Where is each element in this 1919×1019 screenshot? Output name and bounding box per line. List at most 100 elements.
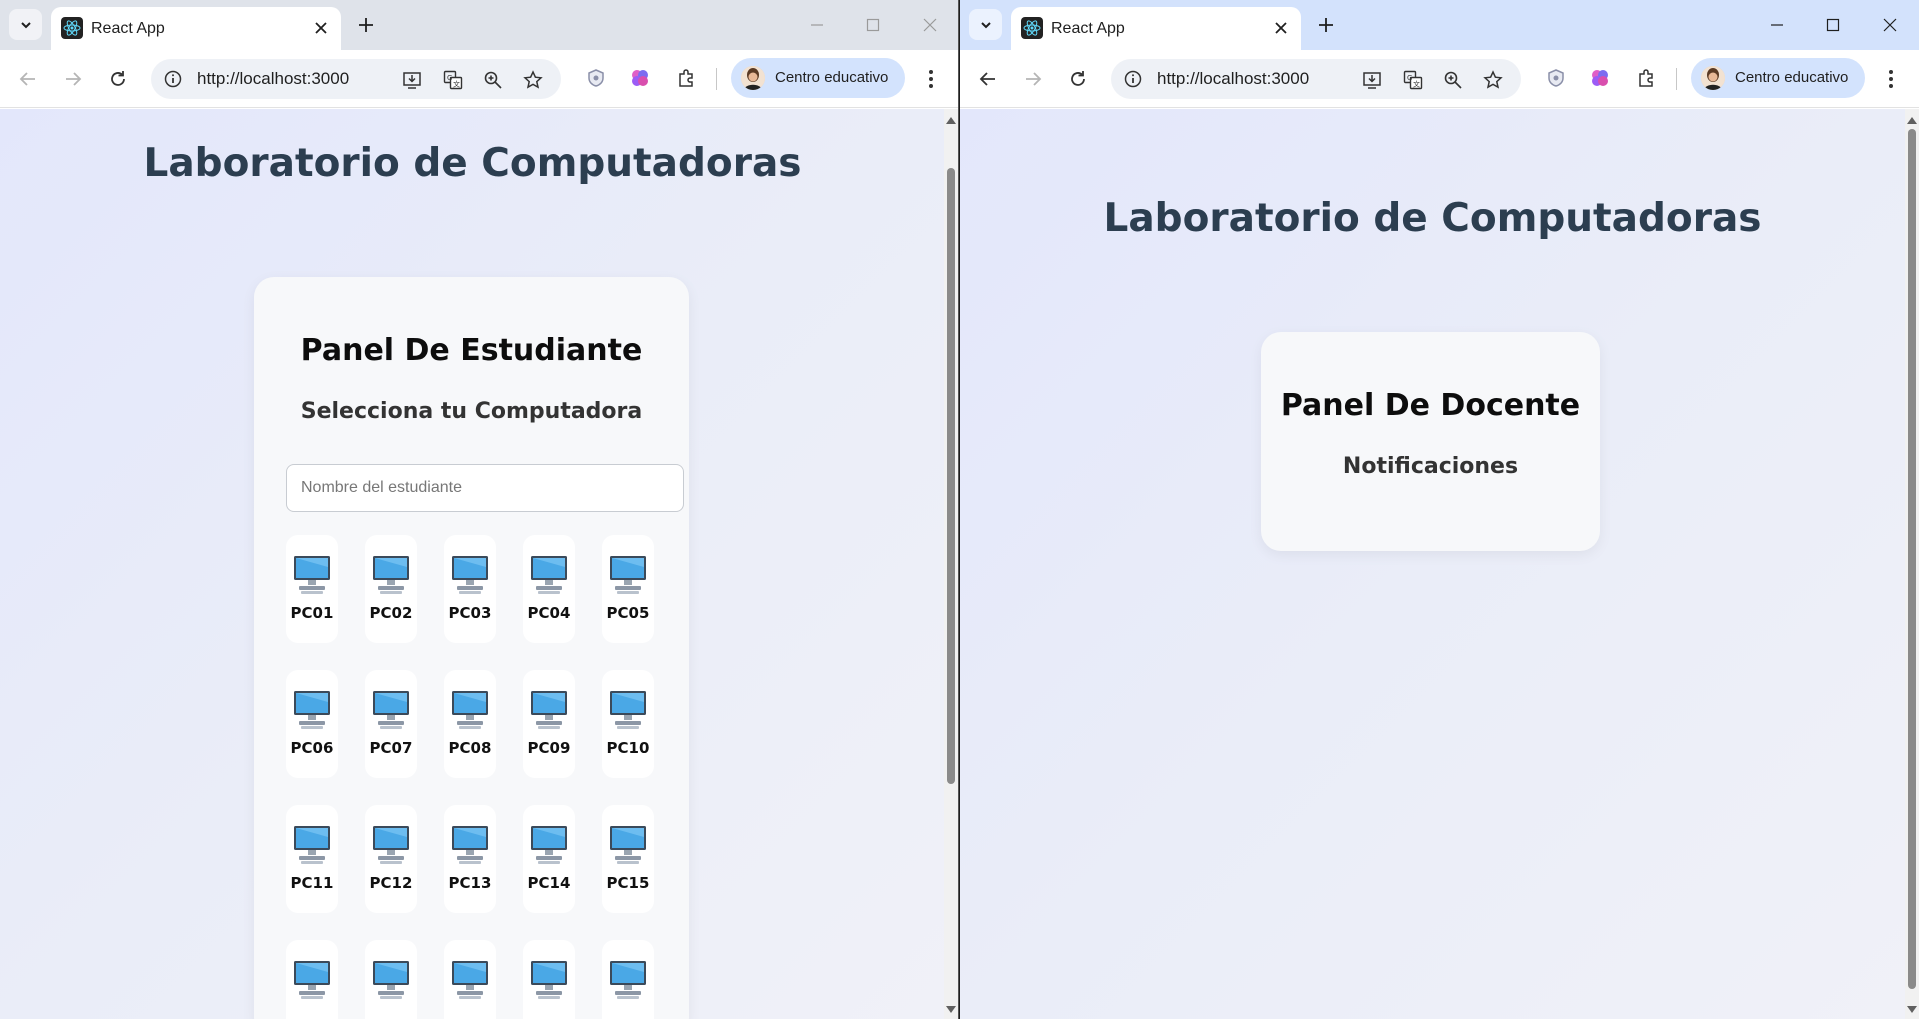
tab-search-button[interactable] <box>969 9 1002 40</box>
address-bar[interactable]: http://localhost:3000 G文 <box>1111 59 1521 99</box>
computer-tile[interactable] <box>602 940 654 1019</box>
translate-button[interactable]: G文 <box>440 67 466 93</box>
bookmark-button[interactable] <box>520 67 546 93</box>
computer-tile[interactable] <box>286 940 338 1019</box>
computer-tile[interactable]: PC13 <box>444 805 496 913</box>
extensions-button[interactable] <box>1632 64 1660 92</box>
scroll-thumb[interactable] <box>947 168 955 784</box>
shield-extension-button[interactable] <box>1542 64 1570 92</box>
puzzle-extensions-icon <box>679 69 693 87</box>
new-tab-button[interactable] <box>352 11 380 39</box>
computer-tile[interactable]: PC11 <box>286 805 338 913</box>
minimize-button[interactable] <box>797 8 837 42</box>
close-window-button[interactable] <box>910 8 950 42</box>
close-window-button[interactable] <box>1870 8 1910 42</box>
translate-button[interactable]: G文 <box>1400 67 1426 93</box>
brain-extension-button[interactable] <box>1586 64 1614 92</box>
tab-close-button[interactable] <box>309 16 333 40</box>
maximize-button[interactable] <box>853 8 893 42</box>
scroll-up-arrow[interactable] <box>1907 115 1917 125</box>
notifications-heading: Notificaciones <box>1342 454 1519 479</box>
brain-extension-icon <box>1592 70 1608 86</box>
computer-tile[interactable]: PC06 <box>286 670 338 778</box>
tab-search-button[interactable] <box>9 9 42 40</box>
scrollbar[interactable] <box>944 109 958 1019</box>
address-bar[interactable]: http://localhost:3000 G文 <box>151 59 561 99</box>
svg-text:文: 文 <box>1413 80 1420 89</box>
maximize-button[interactable] <box>1813 8 1853 42</box>
install-app-button[interactable] <box>1359 67 1385 93</box>
computer-tile[interactable]: PC15 <box>602 805 654 913</box>
brain-extension-button[interactable] <box>626 64 654 92</box>
bookmark-star-icon <box>523 70 543 89</box>
computer-tile[interactable] <box>444 940 496 1019</box>
profile-name: Centro educativo <box>775 69 889 86</box>
computer-tile[interactable] <box>365 940 417 1019</box>
extensions-button[interactable] <box>672 64 700 92</box>
zoom-button[interactable] <box>480 67 506 93</box>
computer-tile[interactable]: PC09 <box>523 670 575 778</box>
reload-button[interactable] <box>104 65 132 93</box>
computer-label: PC05 <box>606 604 650 622</box>
back-button[interactable] <box>14 65 42 93</box>
more-vert-icon <box>929 70 933 88</box>
computer-tile[interactable]: PC10 <box>602 670 654 778</box>
install-app-button[interactable] <box>399 67 425 93</box>
brain-extension-icon <box>632 70 648 86</box>
student-name-input[interactable] <box>286 464 684 512</box>
site-info-button[interactable] <box>161 67 185 91</box>
profile-button[interactable]: Centro educativo <box>731 58 905 98</box>
zoom-button[interactable] <box>1440 67 1466 93</box>
computer-tile[interactable] <box>523 940 575 1019</box>
chevron-down-icon <box>980 21 991 28</box>
back-button[interactable] <box>974 65 1002 93</box>
translate-icon: G文 <box>443 70 463 90</box>
computer-icon <box>531 961 567 999</box>
computer-label: PC06 <box>290 739 334 757</box>
scroll-up-icon <box>1907 117 1917 124</box>
computer-tile[interactable]: PC03 <box>444 535 496 643</box>
shield-extension-button[interactable] <box>582 64 610 92</box>
close-icon <box>923 18 937 32</box>
computer-label: PC11 <box>290 874 334 892</box>
browser-menu-button[interactable] <box>1877 65 1905 93</box>
scroll-up-arrow[interactable] <box>946 115 956 125</box>
scroll-down-arrow[interactable] <box>946 1005 956 1015</box>
back-icon <box>19 72 35 86</box>
browser-tab[interactable]: React App <box>1011 7 1301 50</box>
computer-icon <box>610 826 646 864</box>
url-text: http://localhost:3000 <box>1157 69 1310 88</box>
computer-tile[interactable]: PC14 <box>523 805 575 913</box>
avatar <box>741 66 765 90</box>
scrollbar[interactable] <box>1905 109 1919 1019</box>
computer-icon <box>452 961 488 999</box>
computer-tile[interactable]: PC07 <box>365 670 417 778</box>
computer-tile[interactable]: PC08 <box>444 670 496 778</box>
reload-button[interactable] <box>1064 65 1092 93</box>
forward-button[interactable] <box>1019 65 1047 93</box>
browser-menu-button[interactable] <box>917 65 945 93</box>
plus-icon <box>1319 18 1333 32</box>
forward-button[interactable] <box>59 65 87 93</box>
minimize-icon <box>811 24 823 26</box>
computer-icon <box>294 826 330 864</box>
computer-tile[interactable]: PC04 <box>523 535 575 643</box>
computer-tile[interactable]: PC05 <box>602 535 654 643</box>
scroll-thumb[interactable] <box>1908 129 1916 989</box>
minimize-button[interactable] <box>1757 8 1797 42</box>
computer-label: PC07 <box>369 739 413 757</box>
new-tab-button[interactable] <box>1312 11 1340 39</box>
tab-close-button[interactable] <box>1269 16 1293 40</box>
browser-tab[interactable]: React App <box>51 7 341 50</box>
maximize-icon <box>1826 18 1840 32</box>
computer-tile[interactable]: PC12 <box>365 805 417 913</box>
computer-tile[interactable]: PC01 <box>286 535 338 643</box>
profile-button[interactable]: Centro educativo <box>1691 58 1865 98</box>
computer-icon <box>294 961 330 999</box>
computer-tile[interactable]: PC02 <box>365 535 417 643</box>
close-icon <box>1883 18 1897 32</box>
teacher-panel-card: Panel De Docente Notificaciones <box>1261 332 1600 551</box>
scroll-down-arrow[interactable] <box>1907 1005 1917 1015</box>
bookmark-button[interactable] <box>1480 67 1506 93</box>
site-info-button[interactable] <box>1121 67 1145 91</box>
